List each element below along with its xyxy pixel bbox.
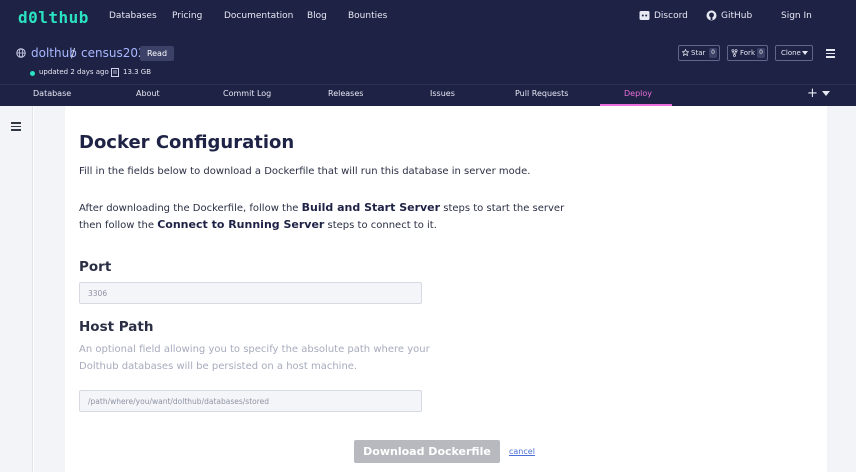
github-label: GitHub <box>721 11 753 21</box>
fork-label: Fork <box>740 49 755 57</box>
star-label: Star <box>691 49 706 57</box>
sign-in-link[interactable]: Sign In <box>781 11 812 21</box>
tab-about[interactable]: About <box>136 89 160 98</box>
cancel-link[interactable]: cancel <box>509 447 535 456</box>
tab-database[interactable]: Database <box>33 89 71 98</box>
chevron-down-icon[interactable] <box>822 91 830 96</box>
globe-icon <box>16 48 26 58</box>
discord-icon <box>639 11 650 20</box>
tab-pull-requests[interactable]: Pull Requests <box>515 89 568 98</box>
fork-count: 0 <box>757 48 765 58</box>
repository-header: dolthub / census2020 Read updated 2 days… <box>0 34 856 84</box>
content-gutter-left <box>34 106 65 472</box>
page-title: Docker Configuration <box>79 132 295 153</box>
tab-issues[interactable]: Issues <box>430 89 455 98</box>
clone-dropdown-button[interactable]: Clone <box>775 45 813 61</box>
host-path-heading: Host Path <box>79 319 154 335</box>
hamburger-menu-icon[interactable] <box>826 49 835 60</box>
fork-button[interactable]: Fork 0 <box>727 45 768 61</box>
access-badge: Read <box>140 46 174 61</box>
content-gutter-right <box>827 106 856 472</box>
tab-releases[interactable]: Releases <box>328 89 363 98</box>
repo-owner-link[interactable]: dolthub <box>31 46 77 60</box>
chevron-down-icon <box>802 51 808 55</box>
instructions-line-1: After downloading the Dockerfile, follow… <box>79 201 565 214</box>
top-navigation: d0lthub Databases Pricing Documentation … <box>0 0 856 34</box>
dolthub-logo[interactable]: d0lthub <box>18 8 89 27</box>
nav-documentation-link[interactable]: Documentation <box>224 11 293 21</box>
tab-commit-log[interactable]: Commit Log <box>223 89 271 98</box>
last-updated-text: updated 2 days ago <box>39 68 109 76</box>
discord-label: Discord <box>654 11 688 21</box>
nav-bounties-link[interactable]: Bounties <box>348 11 387 21</box>
status-dot <box>30 71 35 76</box>
download-dockerfile-button[interactable]: Download Dockerfile <box>354 440 500 463</box>
host-path-hint-line-1: An optional field allowing you to specif… <box>79 344 430 355</box>
plus-icon[interactable]: + <box>807 86 818 101</box>
host-path-input[interactable] <box>79 390 422 412</box>
breadcrumb-separator: / <box>71 46 76 60</box>
database-size-icon <box>111 68 119 77</box>
github-icon <box>706 10 717 21</box>
star-count: 0 <box>709 48 717 58</box>
port-heading: Port <box>79 259 112 275</box>
sidebar-toggle-icon[interactable] <box>11 122 21 133</box>
nav-databases-link[interactable]: Databases <box>109 11 157 21</box>
active-tab-indicator <box>600 104 672 106</box>
discord-link[interactable]: Discord <box>639 11 688 21</box>
instructions-line-2: then follow the Connect to Running Serve… <box>79 218 437 231</box>
star-button[interactable]: Star 0 <box>678 45 720 61</box>
tab-deploy[interactable]: Deploy <box>624 89 652 98</box>
host-path-hint-line-2: Dolthub databases will be persisted on a… <box>79 361 358 372</box>
github-link[interactable]: GitHub <box>706 10 753 21</box>
repository-tabs: Database About Commit Log Releases Issue… <box>0 84 856 106</box>
nav-blog-link[interactable]: Blog <box>307 11 327 21</box>
port-input[interactable] <box>79 282 422 304</box>
left-sidebar <box>0 106 33 472</box>
star-icon <box>682 49 689 56</box>
intro-text: Fill in the fields below to download a D… <box>79 166 531 177</box>
clone-label: Clone <box>781 49 801 57</box>
fork-icon <box>731 49 738 57</box>
nav-pricing-link[interactable]: Pricing <box>172 11 202 21</box>
database-size-text: 13.3 GB <box>123 68 152 76</box>
